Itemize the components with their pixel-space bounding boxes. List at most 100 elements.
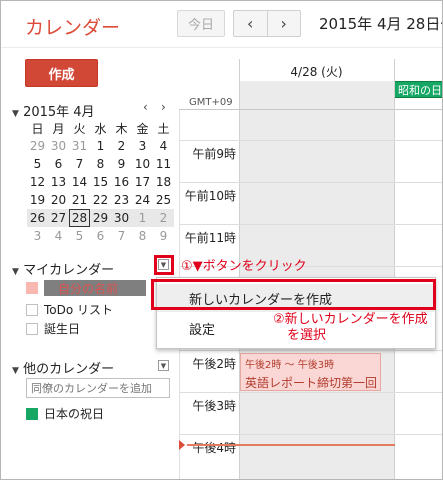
calendar-entry-todo[interactable]: ToDo リスト xyxy=(26,301,113,318)
hour-line xyxy=(179,350,442,351)
prev-period-button[interactable]: ‹ xyxy=(234,11,267,36)
annotation-step2-line2: を選択 xyxy=(287,328,327,343)
mini-day[interactable]: 2 xyxy=(111,137,132,155)
calendar-checkbox[interactable] xyxy=(26,303,38,316)
calendar-entry-birthdays[interactable]: 誕生日 xyxy=(26,320,80,337)
mini-day[interactable]: 31 xyxy=(69,137,90,155)
mini-day-selected[interactable]: 28 xyxy=(69,209,90,227)
weekday-label: 月 xyxy=(52,121,65,136)
mini-day[interactable]: 6 xyxy=(90,227,111,245)
collapse-arrow-icon[interactable]: ▼ xyxy=(12,366,19,376)
holiday-event-chip[interactable]: 昭和の日 xyxy=(394,81,442,98)
overflow-indicator: … xyxy=(431,13,443,28)
mini-calendar-grid: 日 月 火 水 木 金 土 29 30 31 1 2 3 4 5 6 7 8 9… xyxy=(27,119,174,245)
mini-day[interactable]: 17 xyxy=(132,173,153,191)
calendar-label: 自分の名前 xyxy=(44,280,147,296)
mini-day[interactable]: 11 xyxy=(153,155,174,173)
date-nav-group: ‹ › xyxy=(233,10,301,37)
grid-divider xyxy=(179,109,442,110)
mini-day[interactable]: 23 xyxy=(111,191,132,209)
create-button[interactable]: 作成 xyxy=(25,59,98,87)
mini-day[interactable]: 5 xyxy=(69,227,90,245)
mini-day[interactable]: 27 xyxy=(48,209,69,227)
annotation-step2: ②新しいカレンダーを作成 を選択 xyxy=(273,312,428,344)
mini-day[interactable]: 1 xyxy=(90,137,111,155)
mini-day[interactable]: 30 xyxy=(48,137,69,155)
mini-prev-button[interactable]: ‹ xyxy=(143,100,148,114)
mini-day[interactable]: 1 xyxy=(132,209,153,227)
mini-day[interactable]: 4 xyxy=(48,227,69,245)
mini-day[interactable]: 4 xyxy=(153,137,174,155)
mini-day[interactable]: 25 xyxy=(153,191,174,209)
hour-line xyxy=(179,434,442,435)
mini-day[interactable]: 3 xyxy=(27,227,48,245)
mini-day[interactable]: 14 xyxy=(69,173,90,191)
mini-day[interactable]: 3 xyxy=(132,137,153,155)
mini-day[interactable]: 18 xyxy=(153,173,174,191)
hour-label: 午前9時 xyxy=(192,147,236,161)
annotation-step1: ①▼ボタンをクリック xyxy=(181,259,307,274)
triangle-down-icon: ▼ xyxy=(160,361,167,370)
chevron-right-icon: › xyxy=(280,14,287,33)
mini-day[interactable]: 12 xyxy=(27,173,48,191)
mini-day[interactable]: 6 xyxy=(48,155,69,173)
event-title: 英語レポート締切第一回 xyxy=(245,376,378,390)
my-calendars-header[interactable]: ▼ マイカレンダー xyxy=(12,259,114,278)
other-calendars-dropdown-button[interactable]: ▼ xyxy=(158,360,169,371)
calendar-label: ToDo リスト xyxy=(44,303,114,317)
weekday-label: 火 xyxy=(73,121,86,136)
hour-line xyxy=(179,224,442,225)
mini-day[interactable]: 30 xyxy=(111,209,132,227)
calendar-checkbox[interactable] xyxy=(26,322,38,335)
calendar-color-swatch[interactable] xyxy=(26,282,38,294)
other-calendars-header[interactable]: ▼ 他のカレンダー xyxy=(12,358,114,377)
add-coworker-calendar-input[interactable] xyxy=(26,378,170,398)
app-window: カレンダー 今日 ‹ › 2015年 4月 28日 ～ 作成 ▼ 2015年 4… xyxy=(0,0,443,480)
mini-day[interactable]: 9 xyxy=(111,155,132,173)
day-column-header[interactable]: 4/28 (火) xyxy=(239,61,394,81)
event-time: 午後2時 ～ 午後3時 xyxy=(245,360,335,371)
my-calendars-title: マイカレンダー xyxy=(23,263,115,278)
app-title[interactable]: カレンダー xyxy=(25,13,120,40)
other-calendars-title: 他のカレンダー xyxy=(23,362,115,377)
today-button[interactable]: 今日 xyxy=(177,10,225,37)
mini-day[interactable]: 5 xyxy=(27,155,48,173)
mini-day[interactable]: 13 xyxy=(48,173,69,191)
mini-day[interactable]: 8 xyxy=(132,227,153,245)
annotation-step2-line1: ②新しいカレンダーを作成 xyxy=(273,312,428,327)
mini-day[interactable]: 21 xyxy=(69,191,90,209)
next-period-button[interactable]: › xyxy=(266,11,301,36)
mini-day[interactable]: 24 xyxy=(132,191,153,209)
calendar-entry-jp-holidays[interactable]: 日本の祝日 xyxy=(26,405,104,422)
mini-day[interactable]: 19 xyxy=(27,191,48,209)
hour-label: 午後2時 xyxy=(192,357,236,371)
mini-day[interactable]: 2 xyxy=(153,209,174,227)
current-date-range: 2015年 4月 28日 ～ xyxy=(319,15,442,33)
weekday-label: 木 xyxy=(115,121,128,136)
calendar-entry-own[interactable]: 自分の名前 xyxy=(26,280,147,296)
mini-day[interactable]: 10 xyxy=(132,155,153,173)
mini-day[interactable]: 29 xyxy=(90,209,111,227)
calendar-color-swatch[interactable] xyxy=(26,407,38,420)
mini-day[interactable]: 20 xyxy=(48,191,69,209)
mini-day[interactable]: 8 xyxy=(90,155,111,173)
calendar-event[interactable]: 午後2時 ～ 午後3時 英語レポート締切第一回 xyxy=(240,353,381,391)
mini-day[interactable]: 26 xyxy=(27,209,48,227)
mini-day[interactable]: 22 xyxy=(90,191,111,209)
mini-day[interactable]: 29 xyxy=(27,137,48,155)
hour-label: 午前10時 xyxy=(184,189,236,203)
mini-next-button[interactable]: › xyxy=(161,100,166,114)
mini-calendar-title[interactable]: ▼ 2015年 4月 xyxy=(12,101,95,120)
mini-calendar-month: 2015年 4月 xyxy=(23,105,95,120)
mini-day[interactable]: 15 xyxy=(90,173,111,191)
hour-label: 午前11時 xyxy=(184,231,236,245)
collapse-arrow-icon[interactable]: ▼ xyxy=(12,267,19,277)
mini-day[interactable]: 16 xyxy=(111,173,132,191)
mini-day[interactable]: 7 xyxy=(69,155,90,173)
mini-day[interactable]: 9 xyxy=(153,227,174,245)
timezone-label: GMT+09 xyxy=(189,97,233,108)
current-time-marker-icon xyxy=(179,440,185,450)
hour-line xyxy=(179,392,442,393)
mini-day[interactable]: 7 xyxy=(111,227,132,245)
collapse-arrow-icon[interactable]: ▼ xyxy=(12,109,19,119)
